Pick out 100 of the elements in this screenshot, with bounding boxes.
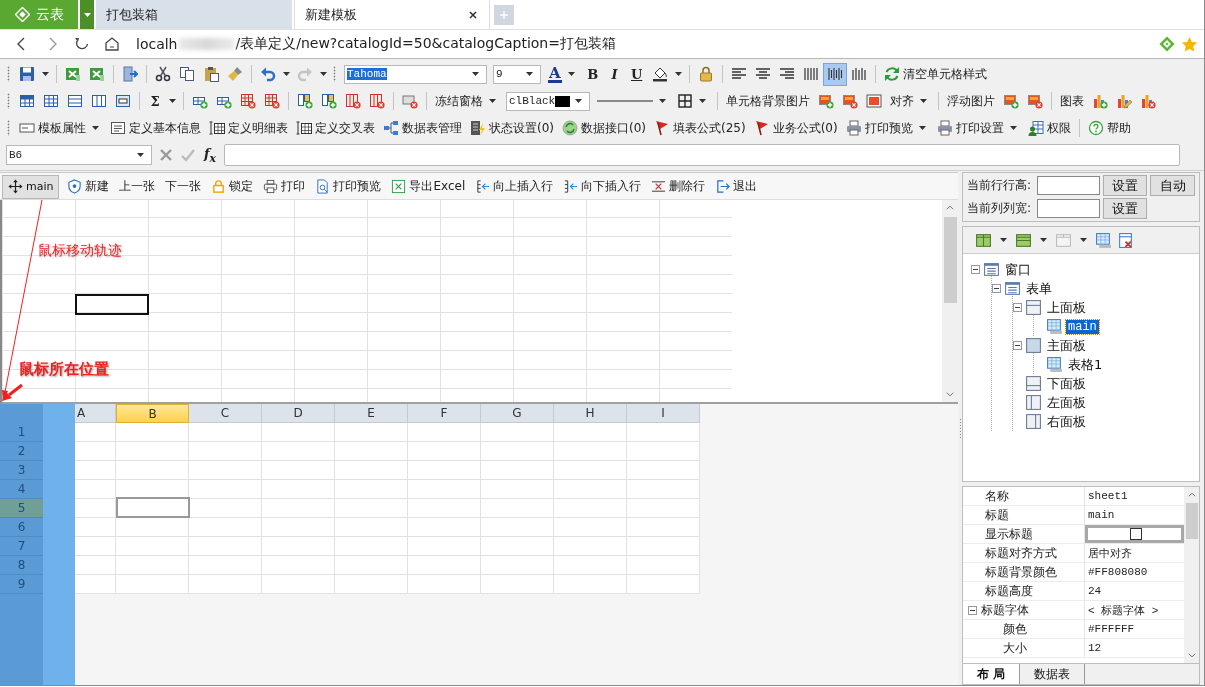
tree-item[interactable]: 主面板 bbox=[1045, 336, 1088, 355]
toolbar-button[interactable]: 定义明细表 bbox=[205, 116, 292, 140]
table-cell[interactable] bbox=[116, 461, 189, 480]
property-editor[interactable] bbox=[1085, 525, 1184, 543]
set-button[interactable]: 设置 bbox=[1102, 198, 1148, 219]
table-cell[interactable] bbox=[481, 537, 554, 556]
diamond-icon[interactable] bbox=[1159, 35, 1175, 52]
collapse-icon[interactable] bbox=[1013, 303, 1022, 312]
caret-icon[interactable] bbox=[1040, 238, 1047, 242]
caret-icon[interactable] bbox=[92, 126, 99, 130]
table-cell[interactable] bbox=[627, 461, 700, 480]
caret-icon[interactable] bbox=[918, 126, 926, 130]
address-field[interactable]: localh /表单定义/new?catalogId=50&catalogCaption=打包装箱 bbox=[136, 35, 616, 53]
table-icon[interactable] bbox=[43, 93, 59, 109]
lock-icon[interactable] bbox=[697, 66, 714, 82]
table-cell[interactable] bbox=[75, 518, 116, 537]
toolbar-button[interactable]: 上一张 bbox=[115, 174, 160, 198]
property-value[interactable]: #FFFFFF bbox=[1085, 620, 1184, 638]
table-cell[interactable] bbox=[408, 499, 481, 518]
toolbar-button[interactable]: 业务公式(0) bbox=[749, 116, 842, 140]
caret-icon[interactable] bbox=[472, 72, 479, 76]
tree-item[interactable]: 表单 bbox=[1024, 279, 1054, 298]
collapse-icon[interactable] bbox=[971, 265, 980, 274]
toolbar-button[interactable]: 数据接口(0) bbox=[558, 116, 650, 140]
down-icon[interactable] bbox=[1186, 650, 1197, 660]
scrollbar[interactable] bbox=[942, 200, 958, 402]
percent-delete-icon[interactable] bbox=[402, 93, 418, 109]
tree-item[interactable]: 左面板 bbox=[1045, 393, 1088, 412]
cell-name-field[interactable]: B6 bbox=[6, 145, 152, 165]
caret-icon[interactable] bbox=[920, 99, 927, 103]
table-icon[interactable] bbox=[91, 93, 107, 109]
caret-icon[interactable] bbox=[575, 99, 582, 103]
scrollbar-thumb[interactable] bbox=[1185, 503, 1198, 539]
column-width-field[interactable] bbox=[1036, 199, 1100, 218]
table-icon[interactable] bbox=[1095, 231, 1112, 249]
toolbar-button[interactable]: 帮助 bbox=[1083, 116, 1135, 140]
toolbar-button[interactable]: 打印预览 bbox=[311, 174, 386, 198]
caret-icon[interactable] bbox=[699, 99, 706, 103]
table-cell[interactable] bbox=[75, 499, 116, 518]
table-cell[interactable] bbox=[335, 480, 408, 499]
rows-icon[interactable] bbox=[1015, 231, 1032, 249]
toolbar-button[interactable]: 模板属性 bbox=[15, 116, 106, 140]
chart-button[interactable]: 图表 bbox=[1056, 89, 1088, 113]
paint-bucket-icon[interactable] bbox=[651, 66, 668, 82]
caret-icon[interactable] bbox=[674, 72, 682, 76]
table-cell[interactable] bbox=[75, 423, 116, 442]
table-cell[interactable] bbox=[554, 575, 627, 594]
table-icon[interactable] bbox=[115, 93, 131, 109]
property-value[interactable]: < 标题字体 > bbox=[1085, 601, 1184, 619]
property-value[interactable]: 24 bbox=[1085, 582, 1184, 600]
reload-icon[interactable] bbox=[74, 36, 90, 52]
table-cell[interactable] bbox=[554, 518, 627, 537]
toolbar-button[interactable]: 定义基本信息 bbox=[106, 116, 205, 140]
table-cell[interactable] bbox=[408, 442, 481, 461]
star-icon[interactable] bbox=[1181, 35, 1198, 53]
bold-button[interactable]: B bbox=[581, 62, 604, 86]
table-cell[interactable] bbox=[262, 423, 335, 442]
font-size-field[interactable]: 9 bbox=[493, 64, 541, 84]
auto-button[interactable]: 自动 bbox=[1150, 175, 1195, 196]
table-cell[interactable] bbox=[335, 518, 408, 537]
image-remove-icon[interactable] bbox=[1027, 93, 1043, 109]
italic-button[interactable]: I bbox=[603, 62, 626, 86]
table-cell[interactable] bbox=[627, 575, 700, 594]
browser-tab[interactable]: 打包装箱 bbox=[96, 0, 292, 29]
splitter-grip[interactable] bbox=[958, 418, 962, 439]
table-cell[interactable] bbox=[408, 575, 481, 594]
align-menu-button[interactable]: 对齐 bbox=[886, 89, 934, 113]
toolbar-button[interactable]: 打印预览 bbox=[841, 116, 933, 140]
table-cell[interactable] bbox=[189, 480, 262, 499]
brush-icon[interactable] bbox=[227, 66, 243, 82]
scrollbar-thumb[interactable] bbox=[943, 217, 957, 303]
table-cell[interactable] bbox=[189, 575, 262, 594]
toolbar-button[interactable]: 新建 bbox=[63, 174, 114, 198]
column-header[interactable]: C bbox=[189, 404, 262, 423]
table-cell[interactable] bbox=[627, 499, 700, 518]
table-cell[interactable] bbox=[408, 537, 481, 556]
chart-edit-icon[interactable] bbox=[1116, 93, 1132, 109]
table-cell[interactable] bbox=[627, 423, 700, 442]
table-cell[interactable] bbox=[75, 442, 116, 461]
save-icon[interactable] bbox=[19, 66, 35, 82]
table-cell[interactable] bbox=[408, 461, 481, 480]
table-icon[interactable] bbox=[19, 93, 35, 109]
table-cell[interactable] bbox=[189, 537, 262, 556]
table-cell[interactable] bbox=[481, 556, 554, 575]
set-button[interactable]: 设置 bbox=[1102, 175, 1148, 196]
table-cell[interactable] bbox=[481, 423, 554, 442]
home-icon[interactable] bbox=[104, 36, 120, 52]
table-cell[interactable] bbox=[262, 480, 335, 499]
font-color-button[interactable]: A bbox=[544, 62, 582, 86]
chart-add-icon[interactable] bbox=[1092, 93, 1108, 109]
table-cell[interactable] bbox=[262, 518, 335, 537]
float-image-button[interactable]: 浮动图片 bbox=[943, 89, 999, 113]
caret-icon[interactable] bbox=[526, 72, 533, 76]
column-header[interactable]: D bbox=[262, 404, 335, 423]
caret-icon[interactable] bbox=[1080, 238, 1087, 242]
toolbar-button[interactable]: 向下插入行 bbox=[559, 174, 646, 198]
tree-item[interactable]: 右面板 bbox=[1045, 412, 1088, 431]
collapse-icon[interactable] bbox=[968, 605, 977, 615]
table-cell[interactable] bbox=[189, 518, 262, 537]
spreadsheet-icon[interactable] bbox=[89, 66, 105, 82]
